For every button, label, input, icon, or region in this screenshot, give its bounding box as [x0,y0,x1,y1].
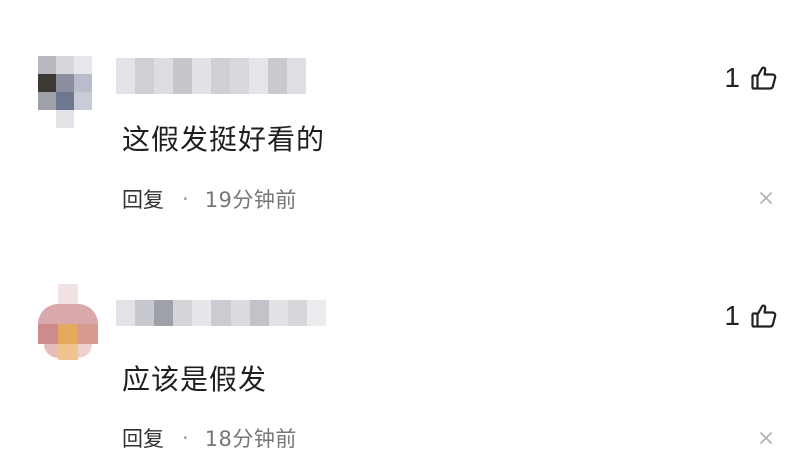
comment-timestamp: 18分钟前 [204,427,297,451]
avatar[interactable] [38,284,98,360]
comment-item: 应该是假发 回复 · 18分钟前 1 [0,240,800,471]
comment-item: 这假发挺好看的 回复 · 19分钟前 1 [0,0,800,231]
comment-timestamp: 19分钟前 [204,188,297,212]
thumbs-up-icon[interactable] [750,302,778,330]
meta-separator: · [182,187,189,211]
reply-button[interactable]: 回复 [122,423,164,453]
comment-meta: 回复 · 18分钟前 [122,423,297,453]
avatar[interactable] [38,56,94,128]
comment-meta: 回复 · 19分钟前 [122,184,297,214]
like-count: 1 [724,300,740,331]
like-button[interactable]: 1 [724,300,778,332]
username-redacted[interactable] [116,58,306,94]
comment-text: 这假发挺好看的 [122,123,326,156]
close-icon[interactable] [758,190,774,206]
like-button[interactable]: 1 [724,62,778,94]
reply-button[interactable]: 回复 [122,184,164,214]
username-redacted[interactable] [116,300,327,326]
close-icon[interactable] [758,430,774,446]
meta-separator: · [182,426,189,450]
like-count: 1 [724,62,740,93]
comment-text: 应该是假发 [122,363,268,396]
thumbs-up-icon[interactable] [750,64,778,92]
